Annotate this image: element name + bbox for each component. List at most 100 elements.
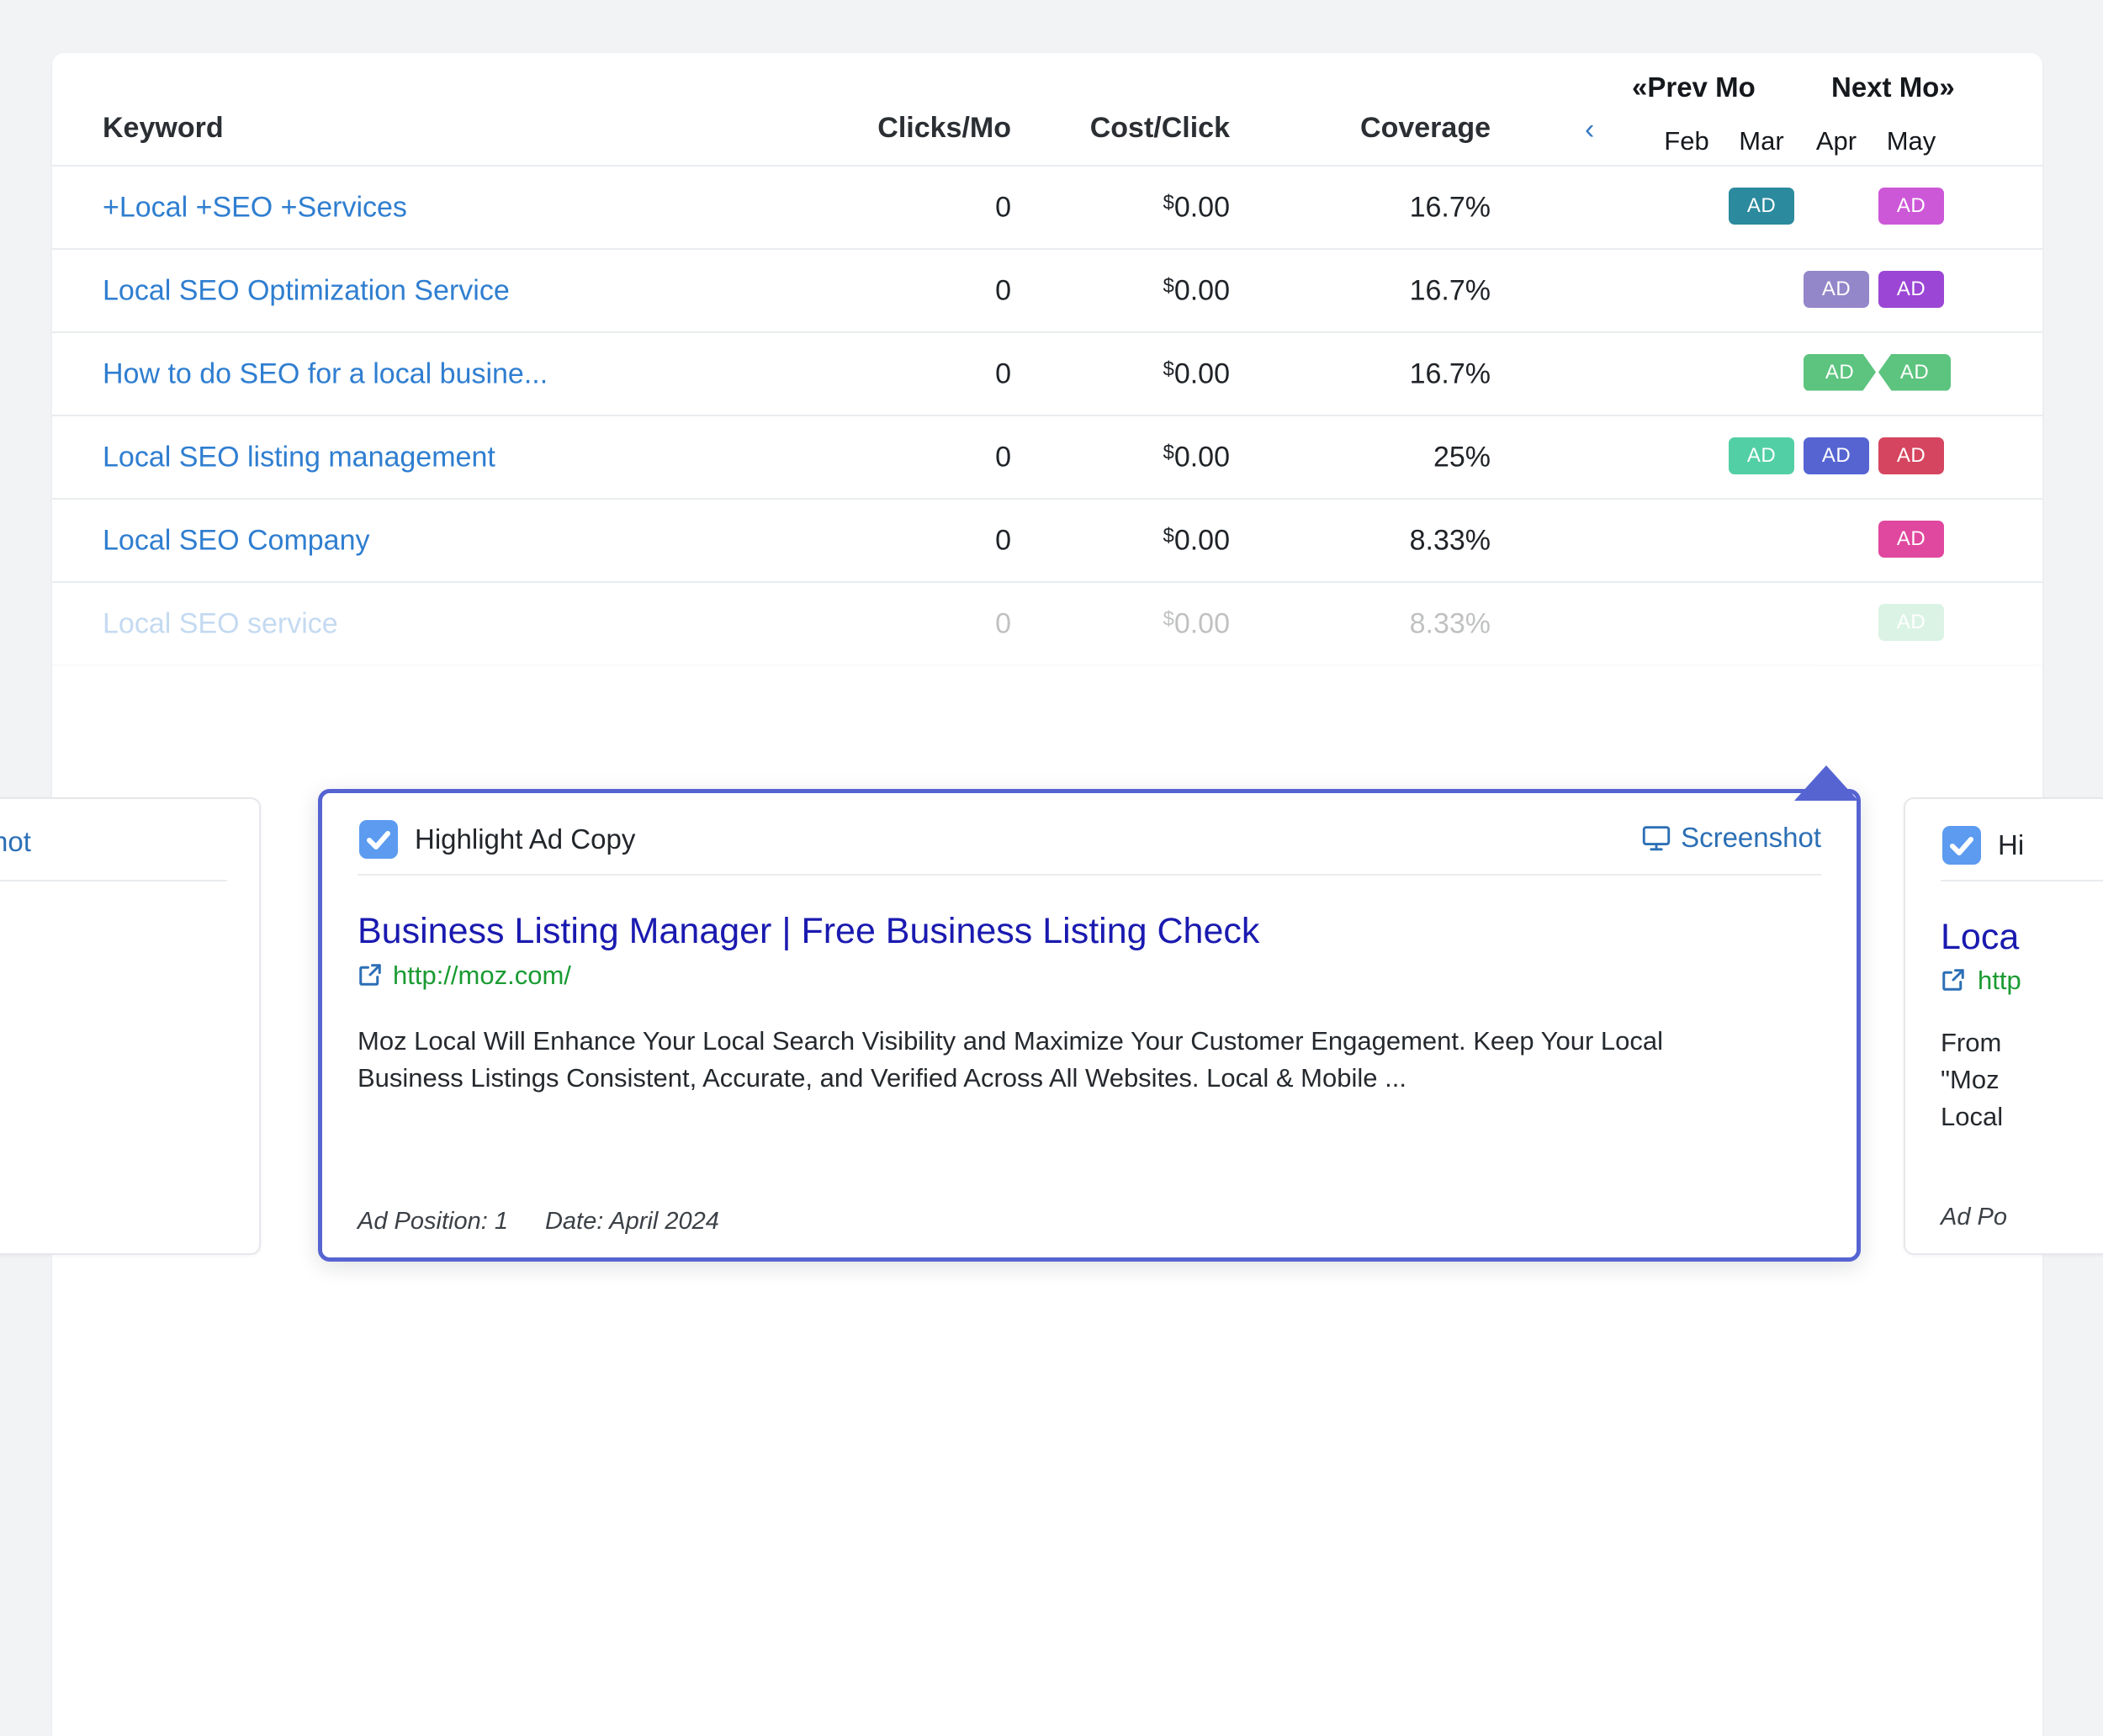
month-label-may[interactable]: May: [1873, 126, 1949, 156]
ad-preview-card-previous-content: creenshot ata e tool. gement.: [0, 799, 259, 1253]
highlight-ad-copy-label[interactable]: Highlight Ad Copy: [415, 823, 635, 855]
clicks-per-month-value: 0: [995, 524, 1011, 556]
highlight-ad-copy-checkbox-partial-right[interactable]: [1942, 826, 1981, 865]
coverage-value: 16.7%: [1409, 191, 1491, 223]
clicks-per-month-value: 0: [995, 191, 1011, 223]
currency-symbol: $: [1163, 357, 1174, 380]
clicks-per-month-value: 0: [995, 357, 1011, 389]
ad-preview-card-next[interactable]: Hi Loca http From "Moz Local Ad Po: [1904, 797, 2103, 1255]
cost-per-click-value: $0.00: [1163, 191, 1230, 223]
ad-footer-partial-right: Ad Po: [1941, 1204, 2007, 1231]
column-header-cost-per-click[interactable]: Cost/Click: [1053, 112, 1230, 145]
coverage-value: 8.33%: [1409, 607, 1491, 639]
column-header-coverage[interactable]: Coverage: [1272, 112, 1491, 145]
ad-badge-group: AD: [1625, 603, 2021, 644]
cost-per-click-value: $0.00: [1163, 524, 1230, 556]
column-header-keyword[interactable]: Keyword: [103, 112, 224, 145]
keyword-link[interactable]: Local SEO Company: [103, 524, 370, 557]
ad-url-text: http://moz.com/: [393, 961, 571, 990]
cost-per-click-value: $0.00: [1163, 607, 1230, 639]
keyword-link[interactable]: Local SEO Optimization Service: [103, 274, 510, 307]
ad-badge-group: AD AD: [1625, 353, 2021, 394]
popup-divider: [358, 874, 1821, 876]
ad-badge-group: AD AD: [1625, 187, 2021, 228]
table-row[interactable]: How to do SEO for a local busine... 0 $0.0…: [52, 333, 2042, 416]
month-label-apr[interactable]: Apr: [1798, 126, 1874, 156]
external-link-icon: [358, 962, 383, 994]
ad-description-partial-right-line1: From: [1941, 1028, 2002, 1057]
ad-headline[interactable]: Business Listing Manager | Free Business…: [358, 911, 1821, 952]
external-link-icon-partial-right: [1941, 967, 1966, 997]
coverage-value: 8.33%: [1409, 524, 1491, 556]
ad-position-value: Ad Position: 1: [358, 1208, 508, 1235]
cost-per-click-value: $0.00: [1163, 357, 1230, 389]
currency-symbol: $: [1163, 274, 1174, 297]
popup-pointer-arrow-icon: [1794, 765, 1858, 801]
ad-badge[interactable]: AD: [1878, 603, 1944, 641]
ad-title-partial-right[interactable]: Loca: [1941, 917, 2019, 958]
cost-per-click-value: $0.00: [1163, 274, 1230, 306]
ad-preview-card-next-content: Hi Loca http From "Moz Local Ad Po: [1905, 799, 2103, 1253]
column-header-clicks-per-month[interactable]: Clicks/Mo: [843, 112, 1011, 145]
keyword-link[interactable]: +Local +SEO +Services: [103, 191, 407, 224]
monitor-icon: [1642, 826, 1671, 858]
ad-badge[interactable]: AD: [1878, 437, 1944, 474]
table-row[interactable]: Local SEO Company 0 $0.00 8.33% AD: [52, 500, 2042, 583]
ad-preview-popup[interactable]: Highlight Ad Copy Screenshot Business Li…: [318, 789, 1861, 1262]
ad-meta-footer: Ad Position: 1 Date: April 2024: [358, 1208, 719, 1236]
ad-badge-group: AD: [1625, 520, 2021, 561]
highlight-ad-copy-checkbox[interactable]: [359, 820, 398, 859]
prev-month-button[interactable]: «Prev Mo: [1632, 71, 1756, 103]
ad-preview-popup-body: Business Listing Manager | Free Business…: [322, 911, 1857, 1097]
app-root: Keyword Clicks/Mo Cost/Click Coverage ‹ …: [0, 0, 2103, 1736]
currency-symbol: $: [1163, 607, 1174, 630]
ad-url-partial-right[interactable]: http: [1978, 966, 2021, 996]
screenshot-link[interactable]: Screenshot: [1642, 822, 1821, 858]
table-row[interactable]: Local SEO Optimization Service 0 $0.00 16.7…: [52, 250, 2042, 333]
ad-badge[interactable]: AD: [1878, 353, 1951, 391]
screenshot-link-label: Screenshot: [1681, 822, 1821, 853]
ad-preview-card-previous[interactable]: creenshot ata e tool. gement.: [0, 797, 261, 1255]
next-month-button[interactable]: Next Mo»: [1831, 71, 1955, 103]
month-column-labels: Feb Mar Apr May: [1625, 126, 2021, 167]
currency-symbol: $: [1163, 441, 1174, 463]
ad-badge[interactable]: AD: [1804, 353, 1876, 391]
clicks-per-month-value: 0: [995, 441, 1011, 473]
clicks-per-month-value: 0: [995, 274, 1011, 306]
ad-display-url[interactable]: http://moz.com/: [358, 961, 1821, 994]
keyword-link[interactable]: Local SEO listing management: [103, 441, 495, 474]
ad-badge[interactable]: AD: [1729, 187, 1794, 225]
currency-symbol: $: [1163, 191, 1174, 214]
collapse-months-chevron-left-icon[interactable]: ‹: [1585, 115, 1594, 144]
coverage-value: 25%: [1433, 441, 1491, 473]
ad-badge[interactable]: AD: [1804, 270, 1869, 308]
screenshot-link-partial-left[interactable]: creenshot: [0, 826, 31, 858]
ad-badge-group: AD AD AD: [1625, 437, 2021, 478]
ad-description: Moz Local Will Enhance Your Local Search…: [358, 1026, 1664, 1093]
keyword-link[interactable]: Local SEO service: [103, 607, 338, 640]
coverage-value: 16.7%: [1409, 357, 1491, 389]
ad-badge[interactable]: AD: [1878, 270, 1944, 308]
keyword-link[interactable]: How to do SEO for a local busine...: [103, 357, 548, 390]
ad-badge[interactable]: AD: [1878, 187, 1944, 225]
ad-description-partial-right-line3: Local: [1941, 1102, 2004, 1131]
ad-date-value: Date: April 2024: [544, 1208, 719, 1235]
table-body: +Local +SEO +Services 0 $0.00 16.7% AD AD Loca…: [52, 167, 2042, 666]
ad-badge-group: AD AD: [1625, 270, 2021, 311]
ad-preview-popup-header: Highlight Ad Copy Screenshot: [322, 793, 1857, 876]
month-label-feb[interactable]: Feb: [1649, 126, 1724, 156]
ad-badge[interactable]: AD: [1729, 437, 1794, 474]
currency-symbol: $: [1163, 524, 1174, 547]
divider-right-card: [1941, 880, 2103, 881]
table-row[interactable]: Local SEO listing management 0 $0.00 25% AD A…: [52, 416, 2042, 500]
month-label-mar[interactable]: Mar: [1724, 126, 1799, 156]
table-row[interactable]: +Local +SEO +Services 0 $0.00 16.7% AD AD: [52, 167, 2042, 250]
table-header-row: Keyword Clicks/Mo Cost/Click Coverage ‹ …: [52, 53, 2042, 167]
coverage-value: 16.7%: [1409, 274, 1491, 306]
ad-badge[interactable]: AD: [1878, 520, 1944, 558]
table-row[interactable]: Local SEO service 0 $0.00 8.33% AD: [52, 583, 2042, 666]
ad-badge[interactable]: AD: [1804, 437, 1869, 474]
cost-per-click-value: $0.00: [1163, 441, 1230, 473]
divider-left-card: [0, 880, 227, 881]
ad-description-partial-right-line2: "Moz: [1941, 1065, 2000, 1094]
